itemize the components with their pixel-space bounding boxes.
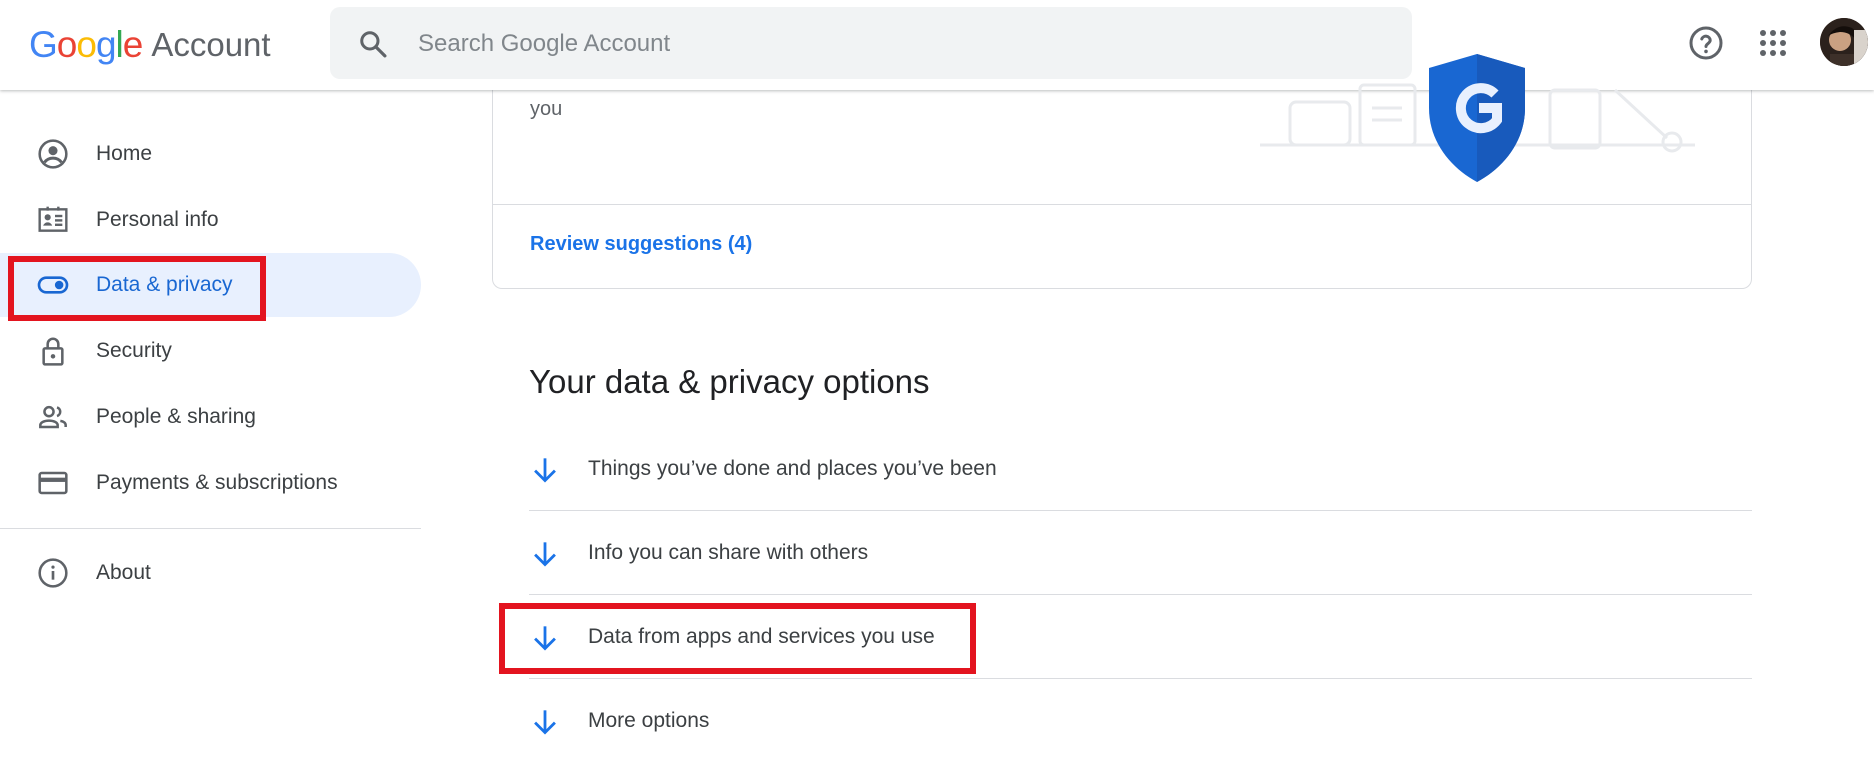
toggle-icon bbox=[37, 276, 69, 294]
sidebar-item-label: People & sharing bbox=[96, 405, 256, 428]
search-bar[interactable] bbox=[330, 7, 1412, 81]
sidebar-item-payments[interactable]: Payments & subscriptions bbox=[0, 451, 421, 515]
arrow-down-icon bbox=[534, 458, 556, 483]
sidebar-item-home[interactable]: Home bbox=[0, 122, 421, 186]
option-label: Info you can share with others bbox=[588, 541, 869, 564]
people-icon bbox=[39, 405, 67, 429]
sidebar-item-label: About bbox=[96, 561, 151, 584]
section-title: Your data & privacy options bbox=[529, 363, 930, 400]
sidebar-divider bbox=[0, 528, 421, 529]
arrow-down-icon bbox=[534, 626, 556, 651]
search-icon[interactable] bbox=[358, 29, 388, 59]
sidebar-item-label: Payments & subscriptions bbox=[96, 471, 338, 494]
option-label: Data from apps and services you use bbox=[588, 625, 935, 648]
google-wordmark: Google bbox=[29, 24, 143, 65]
sidebar-item-people-sharing[interactable]: People & sharing bbox=[0, 385, 421, 449]
sidebar-item-label: Data & privacy bbox=[96, 273, 233, 296]
option-info-share[interactable]: Info you can share with others bbox=[529, 511, 1752, 595]
account-avatar[interactable] bbox=[1820, 18, 1868, 66]
sidebar-item-data-privacy[interactable]: Data & privacy bbox=[0, 253, 421, 317]
account-circle-icon bbox=[38, 139, 68, 169]
apps-grid-icon[interactable] bbox=[1758, 28, 1788, 58]
option-more-options[interactable]: More options bbox=[529, 679, 1752, 763]
sidebar-item-label: Personal info bbox=[96, 208, 219, 231]
sidebar-item-personal-info[interactable]: Personal info bbox=[0, 188, 421, 252]
search-input[interactable] bbox=[416, 7, 1380, 81]
sidebar-item-about[interactable]: About bbox=[0, 541, 421, 605]
option-things-done[interactable]: Things you’ve done and places you’ve bee… bbox=[529, 427, 1752, 511]
google-account-logo[interactable]: Google Account bbox=[29, 22, 271, 68]
arrow-down-icon bbox=[534, 710, 556, 735]
sidebar-item-label: Security bbox=[96, 339, 172, 362]
option-label: More options bbox=[588, 709, 710, 732]
account-wordmark: Account bbox=[151, 26, 271, 63]
info-icon bbox=[38, 558, 68, 588]
google-shield-icon bbox=[1260, 54, 1695, 182]
sidebar-item-security[interactable]: Security bbox=[0, 319, 421, 383]
arrow-down-icon bbox=[534, 542, 556, 567]
option-label: Things you’ve done and places you’ve bee… bbox=[588, 457, 997, 480]
review-suggestions-link[interactable]: Review suggestions (4) bbox=[530, 233, 752, 256]
option-data-from-apps[interactable]: Data from apps and services you use bbox=[529, 595, 1752, 679]
avatar-photo-icon bbox=[1820, 18, 1868, 66]
id-card-icon bbox=[38, 206, 68, 232]
sidebar-item-label: Home bbox=[96, 142, 153, 165]
lock-icon bbox=[42, 337, 64, 366]
credit-card-icon bbox=[38, 471, 68, 495]
card-description-text: you bbox=[530, 98, 563, 120]
sidebar-nav: Home Personal info Data & privacy Securi… bbox=[0, 90, 421, 764]
card-divider bbox=[493, 204, 1751, 205]
